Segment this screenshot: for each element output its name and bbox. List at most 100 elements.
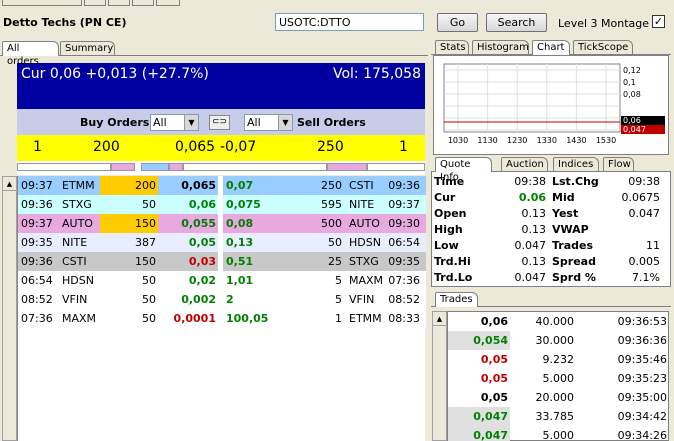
quote-value: 0.005 [628,255,661,268]
buy-mm: NITE [62,236,88,249]
sell-price: 0,51 [226,255,254,268]
order-row[interactable]: 08:52 VFIN 50 0,002 2 5 VFIN 08:52 [18,290,426,309]
buy-mm: HDSN [62,274,94,287]
tab-chart[interactable]: Chart [532,40,570,55]
quote-label: Trd.Lo [434,271,473,284]
quote-info-row: High 0.13 VWAP [432,222,668,238]
quote-info-row: Low 0.047 Trades 11 [432,238,668,254]
trade-size: 30.000 [535,334,575,347]
quote-value: 0.047 [628,207,661,220]
sell-mm: CSTI [349,179,374,192]
trade-row[interactable]: 0,05 20.000 09:35:00 [448,388,670,407]
trade-row[interactable]: 0,05 5.000 09:35:23 [448,369,670,388]
tab-flow[interactable]: Flow [603,157,634,172]
trade-row[interactable]: 0,06 40.000 09:36:53 [448,312,670,331]
scroll-up-icon[interactable]: ▲ [433,312,446,326]
trade-row[interactable]: 0,054 30.000 09:36:36 [448,331,670,350]
trade-row[interactable]: 0,047 33.785 09:34:42 [448,407,670,426]
trade-price: 0,05 [480,372,508,385]
tab-trades[interactable]: Trades [435,292,478,307]
depth-bar [367,163,425,171]
quote-value: 0.13 [521,223,547,236]
sell-mm: HDSN [349,236,381,249]
depth-bar [111,163,135,171]
trade-price: 0,054 [473,334,508,347]
search-button[interactable]: Search [486,13,547,32]
sell-size: 250 [321,179,342,192]
quote-label: VWAP [552,223,589,236]
price-chart-svg: 0,12 0,1 0,08 1030 1130 1230 1330 1430 1530 0,060… [443,63,665,145]
tab-auction[interactable]: Auction [501,157,548,172]
tab-quote-info[interactable]: Quote Info [435,157,492,183]
order-row[interactable]: 06:54 HDSN 50 0,02 1,01 5 MAXM 07:36 [18,271,426,290]
sell-mm: AUTO [349,217,380,230]
quote-label: Mid [552,191,575,204]
sell-filter-value: All [247,116,261,129]
buy-price: 0,03 [188,255,216,268]
page-title: Detto Techs (PN CE) [3,16,127,29]
buy-mm: AUTO [62,217,93,230]
sell-price: 0,07 [226,179,254,192]
tab-divider [0,55,428,56]
quote-value: 0.06 [518,191,546,204]
order-row[interactable]: 07:36 MAXM 50 0,0001 100,05 1 ETMM 08:33 [18,309,426,328]
order-row[interactable]: 09:36 STXG 50 0,06 0,075 595 NITE 09:37 [18,195,426,214]
top-tab[interactable] [108,0,130,6]
ask-size: 250 [317,139,344,155]
order-book-scrollbar[interactable]: ▲ [2,176,17,441]
y-tick-label: 0,08 [623,90,641,99]
current-price: Cur 0,06 +0,013 (+27.7%) [21,66,209,82]
go-button[interactable]: Go [437,13,478,32]
quote-label: Low [434,239,459,252]
x-tick-label: 1130 [477,136,497,145]
buy-size: 200 [135,179,156,192]
tab-histogram[interactable]: Histogram [472,40,529,55]
tab-all-orders[interactable]: All orders [2,41,59,67]
x-tick-label: 1230 [507,136,527,145]
order-row[interactable]: 09:37 AUTO 150 0,055 0,08 500 AUTO 09:30 [18,214,426,233]
x-tick-label: 1430 [566,136,586,145]
trade-row[interactable]: 0,047 5.000 09:34:26 [448,426,670,441]
scroll-up-icon[interactable]: ▲ [3,177,16,191]
symbol-input[interactable] [275,13,424,31]
sell-price: 0,13 [226,236,254,249]
quote-value: 7.1% [632,271,660,284]
order-row[interactable]: 09:36 CSTI 150 0,03 0,51 25 STXG 09:35 [18,252,426,271]
level3-checkbox[interactable]: ✓ [652,15,665,28]
trades-scrollbar[interactable]: ▲ [432,311,447,441]
top-tab[interactable] [84,0,106,6]
trade-size: 5.000 [542,429,575,441]
trade-row[interactable]: 0,05 9.232 09:35:46 [448,350,670,369]
top-tab[interactable] [2,0,82,6]
tab-summary[interactable]: Summary [60,41,115,56]
link-icon[interactable]: ⊂⊃ [209,115,230,130]
quote-label: Open [434,207,467,220]
order-row[interactable]: 09:35 NITE 387 0,05 0,13 50 HDSN 06:54 [18,233,426,252]
tab-indices[interactable]: Indices [553,157,599,172]
chevron-down-icon[interactable]: ▼ [184,115,198,130]
buy-price: 0,06 [188,198,216,211]
price-chart: 0,12 0,1 0,08 1030 1130 1230 1330 1430 1530 0,06 0… [433,55,669,155]
top-tab[interactable] [132,0,154,6]
trade-time: 09:34:42 [617,410,667,423]
trade-time: 09:36:53 [617,315,667,328]
quote-info-row: Trd.Hi 0.13 Spread 0.005 [432,254,668,270]
buy-mm: VFIN [62,293,88,306]
chevron-down-icon[interactable]: ▼ [278,115,292,130]
buy-price: 0,002 [181,293,216,306]
quote-label: Trades [552,239,594,252]
buy-price: 0,0001 [173,312,216,325]
tab-tickscope[interactable]: TickScope [573,40,633,55]
bid-count: 1 [33,139,42,155]
quote-value: 0.047 [514,239,547,252]
order-row[interactable]: 09:37 ETMM 200 0,065 0,07 250 CSTI 09:36 [18,176,426,195]
buy-filter-select[interactable]: All ▼ [150,114,199,131]
prev-price-label: 0,047 [623,125,646,134]
trade-time: 09:36:36 [617,334,667,347]
buy-size: 50 [142,274,156,287]
sell-time: 09:35 [388,255,420,268]
trade-size: 20.000 [535,391,575,404]
tab-stats[interactable]: Stats [435,40,469,55]
top-tab[interactable] [156,0,180,6]
sell-filter-select[interactable]: All ▼ [244,114,293,131]
